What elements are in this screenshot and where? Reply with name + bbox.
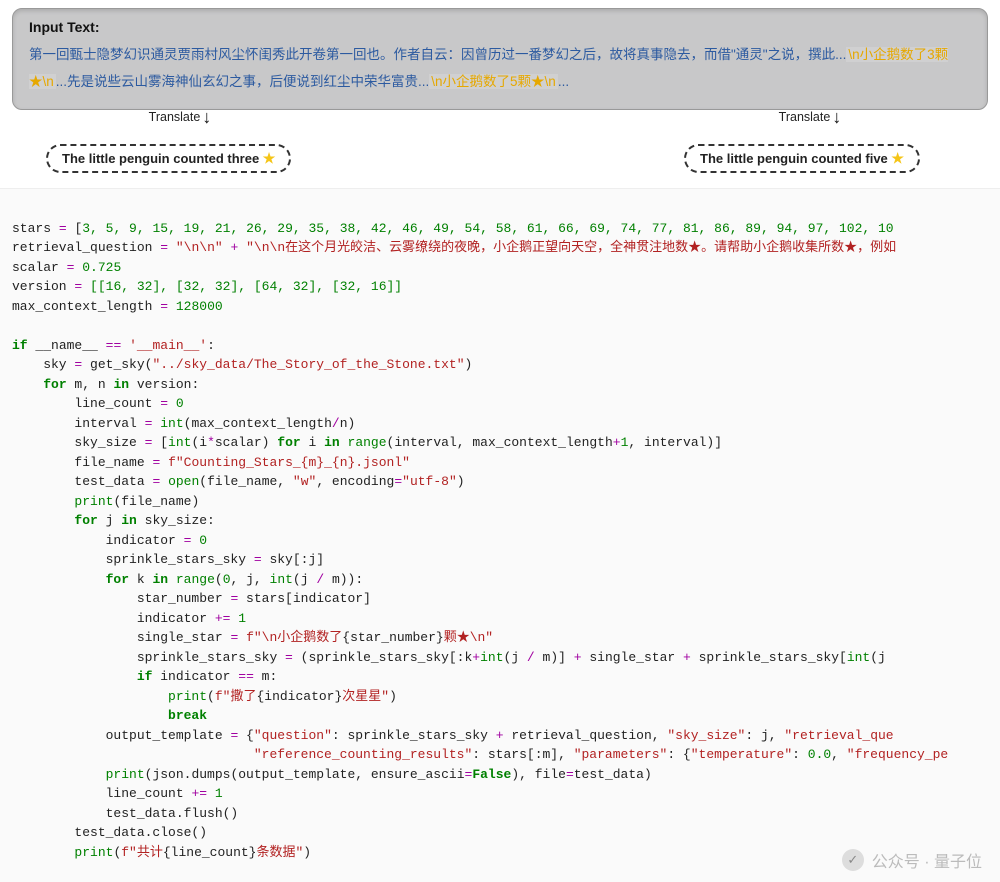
code-line: if indicator == m: (12, 669, 277, 684)
code-line: print(f"撒了{indicator}次星星") (12, 689, 397, 704)
code-line: version = [[16, 32], [32, 32], [64, 32],… (12, 279, 402, 294)
translate-right: Translate↓ (750, 108, 870, 126)
input-prefix: 第一回甄士隐梦幻识通灵贾雨村风尘怀闺秀此开卷第一回也。作者自云：因曾历过一番梦幻… (29, 47, 846, 62)
code-line: test_data.close() (12, 825, 207, 840)
input-body: 第一回甄士隐梦幻识通灵贾雨村风尘怀闺秀此开卷第一回也。作者自云：因曾历过一番梦幻… (29, 41, 971, 95)
code-line: scalar = 0.725 (12, 260, 121, 275)
input-suffix: ... (558, 74, 569, 89)
code-line: sky = get_sky("../sky_data/The_Story_of_… (12, 357, 472, 372)
wechat-icon: ✓ (842, 849, 864, 871)
translate-row: Translate↓ Translate↓ (0, 108, 1000, 148)
code-line: print(f"共计{line_count}条数据") (12, 845, 311, 860)
code-line: sprinkle_stars_sky = (sprinkle_stars_sky… (12, 650, 886, 665)
watermark: ✓ 公众号 · 量子位 (842, 848, 982, 872)
code-line: indicator = 0 (12, 533, 207, 548)
code-line: stars = [3, 5, 9, 15, 19, 21, 26, 29, 35… (12, 221, 894, 236)
bubbles-row: The little penguin counted three ★ The l… (0, 144, 1000, 180)
input-text-box: Input Text: 第一回甄士隐梦幻识通灵贾雨村风尘怀闺秀此开卷第一回也。作… (12, 8, 988, 110)
code-line: output_template = {"question": sprinkle_… (12, 728, 894, 743)
code-line: test_data.flush() (12, 806, 238, 821)
code-line: sprinkle_stars_sky = sky[:j] (12, 552, 324, 567)
translate-label-left: Translate (149, 110, 201, 124)
bubble-left: The little penguin counted three ★ (46, 144, 291, 173)
star-icon: ★ (263, 150, 276, 166)
code-blank-line (12, 318, 20, 333)
code-line: indicator += 1 (12, 611, 246, 626)
code-line: file_name = f"Counting_Stars_{m}_{n}.jso… (12, 455, 410, 470)
bubble-right: The little penguin counted five ★ (684, 144, 920, 173)
code-line: "reference_counting_results": stars[:m],… (12, 747, 948, 762)
translate-label-right: Translate (779, 110, 831, 124)
code-line: max_context_length = 128000 (12, 299, 223, 314)
code-block: stars = [3, 5, 9, 15, 19, 21, 26, 29, 35… (0, 188, 1000, 882)
code-line: for j in sky_size: (12, 513, 215, 528)
code-line: print(file_name) (12, 494, 199, 509)
input-middle: ...先是说些云山雾海神仙玄幻之事，后便说到红尘中荣华富贵... (56, 74, 430, 89)
code-line: sky_size = [int(i*scalar) for i in range… (12, 435, 722, 450)
code-line: retrieval_question = "\n\n" + "\n\n在这个月光… (12, 240, 896, 255)
code-line: line_count = 0 (12, 396, 184, 411)
code-line: if __name__ == '__main__': (12, 338, 215, 353)
code-line: interval = int(max_context_length/n) (12, 416, 355, 431)
code-line: star_number = stars[indicator] (12, 591, 371, 606)
down-arrow-icon: ↓ (832, 108, 841, 126)
down-arrow-icon: ↓ (202, 108, 211, 126)
code-line: single_star = f"\n小企鹅数了{star_number}颗★\n… (12, 630, 493, 645)
code-line: break (12, 708, 207, 723)
bubble-left-text: The little penguin counted three (62, 151, 263, 166)
bubble-right-text: The little penguin counted five (700, 151, 891, 166)
code-line: for m, n in version: (12, 377, 199, 392)
watermark-text: 公众号 · 量子位 (872, 848, 982, 872)
code-line: test_data = open(file_name, "w", encodin… (12, 474, 465, 489)
code-line: print(json.dumps(output_template, ensure… (12, 767, 652, 782)
translate-left: Translate↓ (120, 108, 240, 126)
input-title: Input Text: (29, 19, 971, 35)
marker-2: \n小企鹅数了5颗★\n (429, 74, 558, 89)
star-icon: ★ (891, 150, 904, 166)
code-line: line_count += 1 (12, 786, 223, 801)
code-line: for k in range(0, j, int(j / m)): (12, 572, 363, 587)
